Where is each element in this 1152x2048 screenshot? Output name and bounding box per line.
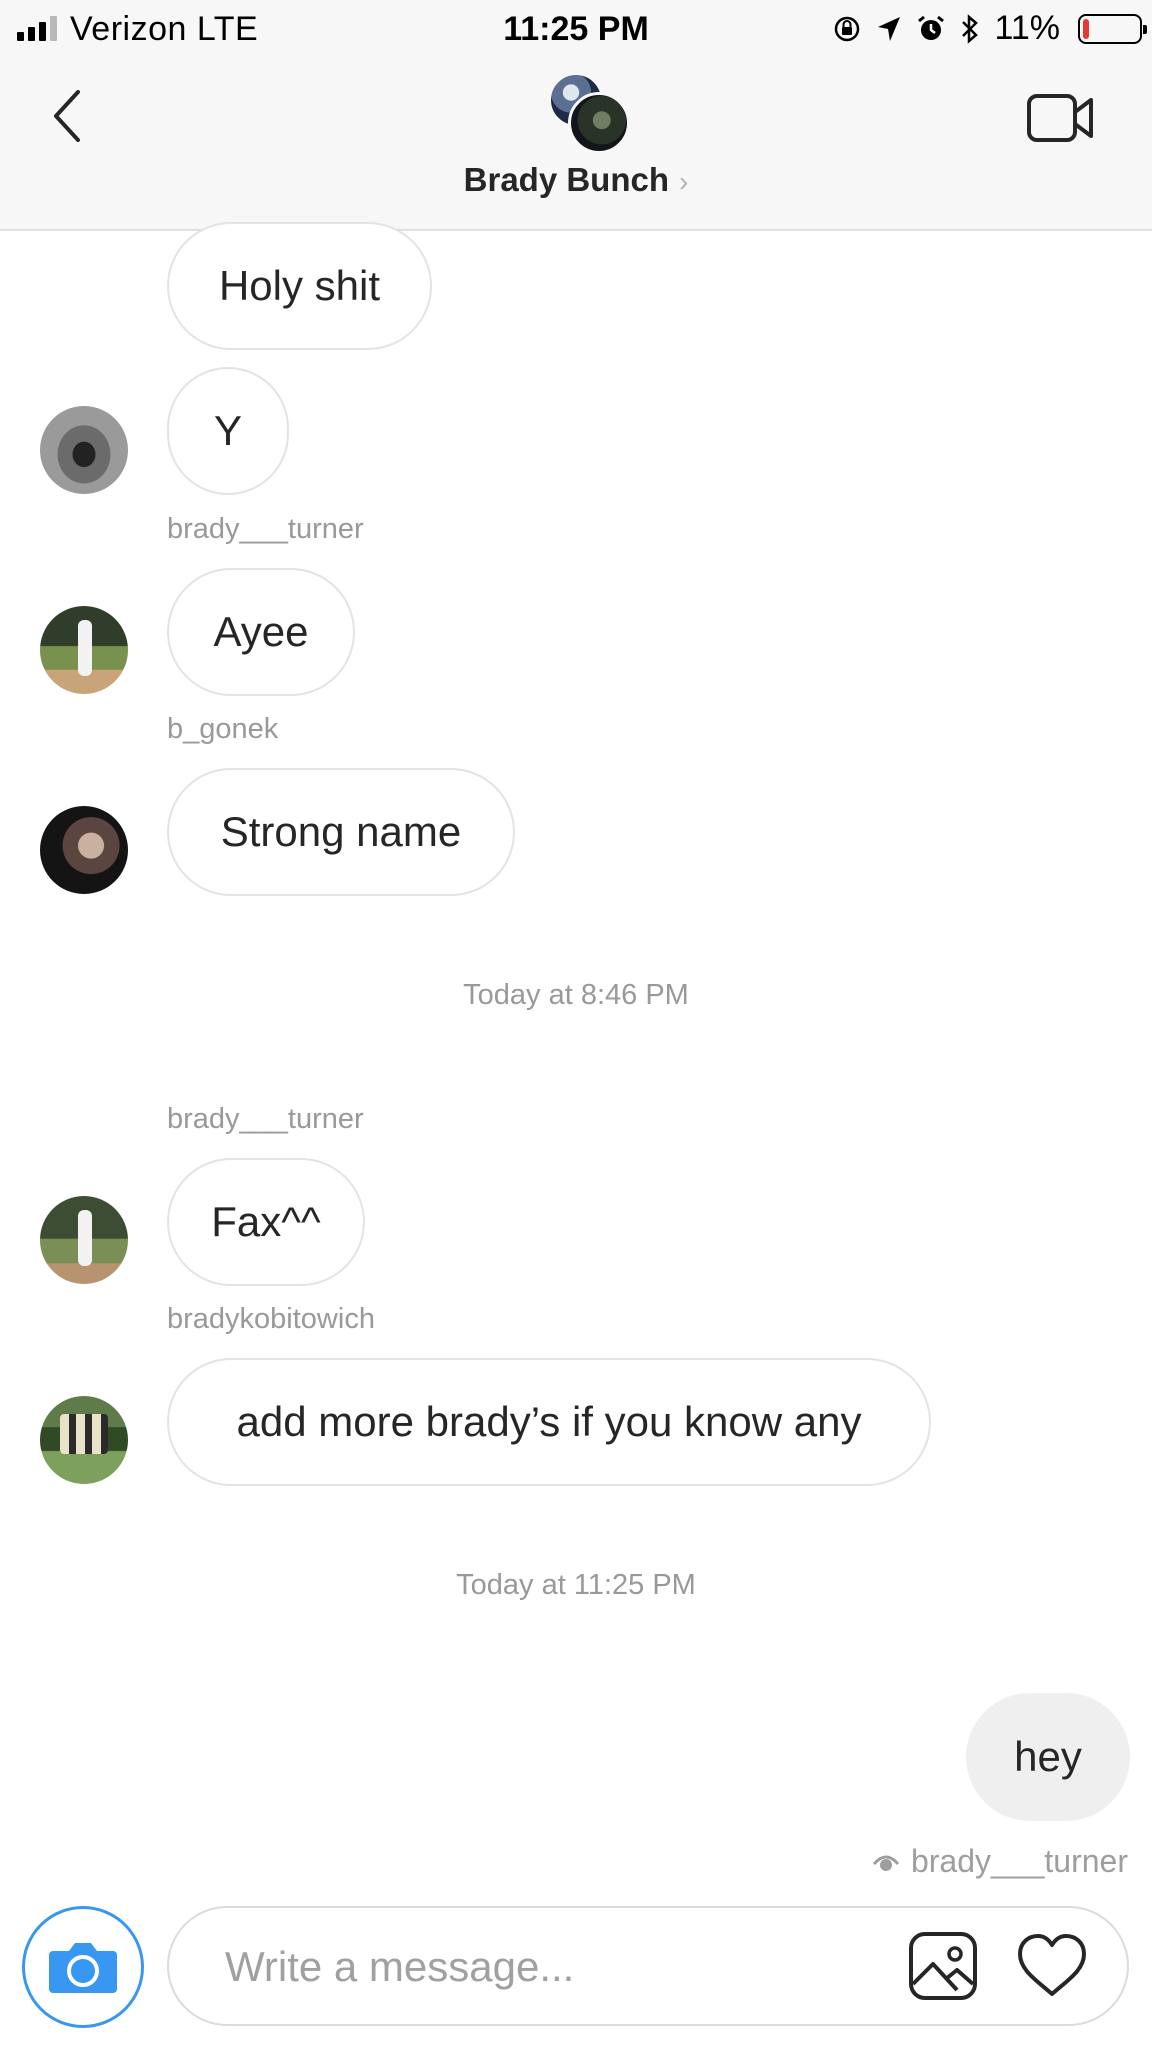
message-bubble[interactable]: Ayee: [167, 568, 355, 696]
bluetooth-icon: [962, 13, 979, 44]
status-bar: Verizon LTE 11:25 PM 11%: [0, 0, 1152, 58]
battery-level: [1083, 18, 1089, 39]
message-input[interactable]: [225, 1936, 825, 1998]
message-bubble[interactable]: add more brady’s if you know any: [167, 1358, 931, 1486]
avatar[interactable]: [40, 406, 128, 494]
back-chevron-icon[interactable]: [42, 84, 98, 148]
sender-name: b_gonek: [167, 713, 279, 745]
camera-button[interactable]: [22, 1906, 144, 2028]
seen-indicator: brady___turner: [871, 1843, 1128, 1880]
battery-icon: [1078, 13, 1147, 44]
status-icons: 11%: [832, 9, 1147, 48]
alarm-icon: [918, 15, 945, 40]
message-bubble[interactable]: Fax^^: [167, 1158, 365, 1286]
thread-title-text: Brady Bunch: [463, 161, 670, 198]
message-bubble[interactable]: Holy shit: [167, 222, 432, 350]
sender-name: brady___turner: [167, 513, 364, 545]
avatar[interactable]: [40, 1396, 128, 1484]
dm-thread-screen: Verizon LTE 11:25 PM 11% Brady Bunch › H…: [0, 0, 1152, 2048]
sender-name: brady___turner: [167, 1103, 364, 1135]
video-call-icon[interactable]: [1025, 88, 1097, 148]
group-avatar[interactable]: [548, 72, 630, 154]
gallery-icon[interactable]: [907, 1930, 979, 2002]
seen-by-name: brady___turner: [910, 1843, 1128, 1879]
battery-percent: 11%: [994, 9, 1060, 47]
my-message-bubble[interactable]: hey: [966, 1693, 1130, 1821]
avatar[interactable]: [40, 606, 128, 694]
rotation-lock-icon: [835, 16, 860, 41]
thread-header: Brady Bunch ›: [0, 58, 1152, 231]
timestamp: Today at 8:46 PM: [463, 979, 689, 1011]
chevron-right-icon: ›: [679, 166, 689, 197]
camera-icon: [49, 1943, 117, 1993]
avatar[interactable]: [40, 806, 128, 894]
heart-icon[interactable]: [1016, 1932, 1088, 2000]
group-avatar-2: [568, 92, 630, 154]
message-composer: [167, 1906, 1129, 2026]
timestamp: Today at 11:25 PM: [456, 1569, 696, 1601]
sender-name: bradykobitowich: [167, 1303, 375, 1335]
eye-icon: [872, 1855, 900, 1871]
thread-title[interactable]: Brady Bunch ›: [0, 161, 1152, 199]
location-icon: [878, 16, 901, 41]
avatar[interactable]: [40, 1196, 128, 1284]
message-bubble[interactable]: Y: [167, 367, 289, 495]
camera-button-inner: [31, 1915, 135, 2019]
message-bubble[interactable]: Strong name: [167, 768, 515, 896]
